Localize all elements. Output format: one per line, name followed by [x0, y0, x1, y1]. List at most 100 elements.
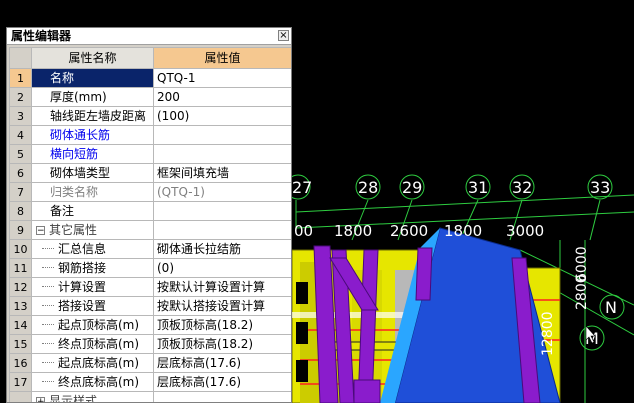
table-row[interactable]: 17 终点底标高(m) 层底标高(17.6): [9, 372, 291, 392]
table-row[interactable]: 15 终点顶标高(m) 顶板顶标高(18.2): [9, 334, 291, 354]
row-index: 6: [9, 163, 32, 183]
property-label: 起点顶标高(m): [58, 317, 140, 332]
property-name[interactable]: 计算设置: [31, 277, 154, 297]
close-icon[interactable]: ×: [278, 30, 289, 41]
table-row[interactable]: 6 砌体墙类型 框架间填充墙: [9, 163, 291, 183]
property-value[interactable]: 按默认计算设置计算: [153, 277, 291, 297]
property-name[interactable]: 起点顶标高(m): [31, 315, 154, 335]
property-name[interactable]: 汇总信息: [31, 239, 154, 259]
table-row[interactable]: 16 起点底标高(m) 层底标高(17.6): [9, 353, 291, 373]
property-label: 搭接设置: [58, 298, 107, 313]
property-name[interactable]: 钢筋搭接: [31, 258, 154, 278]
group-label: 其它属性: [49, 222, 98, 237]
property-value[interactable]: (0): [153, 258, 291, 278]
property-editor-panel[interactable]: 属性编辑器 × 属性名称 属性值 1 名称 QTQ-1 2 厚度(mm) 200…: [6, 27, 292, 403]
tree-connector: [42, 381, 54, 383]
collapse-toggle-icon[interactable]: −: [36, 225, 45, 235]
tree-connector: [42, 248, 54, 250]
table-row[interactable]: 7 归类名称 (QTQ-1): [9, 182, 291, 202]
property-value[interactable]: 砌体通长拉结筋: [153, 239, 291, 259]
property-label: 钢筋搭接: [58, 260, 107, 275]
table-row-group[interactable]: + 显示样式: [9, 391, 291, 403]
expand-toggle-icon[interactable]: +: [36, 396, 45, 402]
axis-label: 27: [292, 178, 312, 197]
table-header: 属性名称 属性值: [9, 47, 291, 69]
table-row[interactable]: 12 计算设置 按默认计算设置计算: [9, 277, 291, 297]
table-row[interactable]: 4 砌体通长筋: [9, 125, 291, 145]
group-label: 显示样式: [49, 393, 98, 403]
row-index: 13: [9, 296, 32, 316]
axis-label: 33: [590, 178, 610, 197]
table-row[interactable]: 8 备注: [9, 201, 291, 221]
property-name[interactable]: 起点底标高(m): [31, 353, 154, 373]
property-label: 起点底标高(m): [58, 355, 140, 370]
panel-title-bar[interactable]: 属性编辑器 ×: [7, 28, 291, 45]
property-value[interactable]: 框架间填充墙: [153, 163, 291, 183]
row-index: [9, 391, 32, 402]
row-index: 7: [9, 182, 32, 202]
axis-label: 31: [468, 178, 488, 197]
row-index: 8: [9, 201, 32, 221]
property-name[interactable]: 砌体通长筋: [31, 125, 154, 145]
table-row[interactable]: 13 搭接设置 按默认搭接设置计算: [9, 296, 291, 316]
dimension-label: 3000: [506, 222, 544, 240]
tree-connector: [42, 343, 54, 345]
property-value[interactable]: [153, 125, 291, 145]
property-name[interactable]: 轴线距左墙皮距离: [31, 106, 154, 126]
row-index: 12: [9, 277, 32, 297]
row-index: 4: [9, 125, 32, 145]
property-value[interactable]: 顶板顶标高(18.2): [153, 315, 291, 335]
dimension-label: 12800: [540, 311, 556, 356]
property-name[interactable]: 厚度(mm): [31, 87, 154, 107]
axis-label: N: [605, 298, 617, 317]
property-group[interactable]: + 显示样式: [31, 391, 154, 403]
property-value[interactable]: 层底标高(17.6): [153, 353, 291, 373]
property-value[interactable]: 200: [153, 87, 291, 107]
property-value[interactable]: 层底标高(17.6): [153, 372, 291, 392]
table-row[interactable]: 1 名称 QTQ-1: [9, 68, 291, 88]
row-index: 15: [9, 334, 32, 354]
panel-title: 属性编辑器: [11, 29, 72, 43]
property-value[interactable]: [153, 144, 291, 164]
property-name[interactable]: 终点顶标高(m): [31, 334, 154, 354]
table-row[interactable]: 5 横向短筋: [9, 144, 291, 164]
dimension-label: 1800: [444, 222, 482, 240]
property-label: 计算设置: [58, 279, 107, 294]
property-value[interactable]: 顶板顶标高(18.2): [153, 334, 291, 354]
table-row-group[interactable]: 9 − 其它属性: [9, 220, 291, 240]
header-property-name: 属性名称: [31, 47, 154, 69]
property-grid: 属性名称 属性值 1 名称 QTQ-1 2 厚度(mm) 200 3 轴线距左墙…: [9, 47, 291, 403]
property-value[interactable]: (QTQ-1): [153, 182, 291, 202]
row-index: 17: [9, 372, 32, 392]
dimension-label: 2600: [390, 222, 428, 240]
row-index: 11: [9, 258, 32, 278]
header-index: [9, 47, 32, 69]
property-name[interactable]: 砌体墙类型: [31, 163, 154, 183]
property-value[interactable]: [153, 201, 291, 221]
property-value[interactable]: (100): [153, 106, 291, 126]
property-name[interactable]: 横向短筋: [31, 144, 154, 164]
property-label: 终点顶标高(m): [58, 336, 140, 351]
property-name[interactable]: 名称: [31, 68, 154, 88]
property-label: 终点底标高(m): [58, 374, 140, 389]
property-name[interactable]: 归类名称: [31, 182, 154, 202]
dimension-label: 1800: [334, 222, 372, 240]
axis-label: 32: [512, 178, 532, 197]
property-group[interactable]: − 其它属性: [31, 220, 154, 240]
table-row[interactable]: 11 钢筋搭接 (0): [9, 258, 291, 278]
tree-connector: [42, 324, 54, 326]
table-row[interactable]: 2 厚度(mm) 200: [9, 87, 291, 107]
table-row[interactable]: 3 轴线距左墙皮距离 (100): [9, 106, 291, 126]
property-value[interactable]: QTQ-1: [153, 68, 291, 88]
table-row[interactable]: 10 汇总信息 砌体通长拉结筋: [9, 239, 291, 259]
row-index: 10: [9, 239, 32, 259]
row-index: 1: [9, 68, 32, 88]
property-name[interactable]: 搭接设置: [31, 296, 154, 316]
axis-label: 29: [402, 178, 422, 197]
property-value[interactable]: 按默认搭接设置计算: [153, 296, 291, 316]
property-name[interactable]: 备注: [31, 201, 154, 221]
table-row[interactable]: 14 起点顶标高(m) 顶板顶标高(18.2): [9, 315, 291, 335]
dimension-label: 6000: [574, 246, 590, 282]
property-label: 汇总信息: [58, 241, 107, 256]
property-name[interactable]: 终点底标高(m): [31, 372, 154, 392]
